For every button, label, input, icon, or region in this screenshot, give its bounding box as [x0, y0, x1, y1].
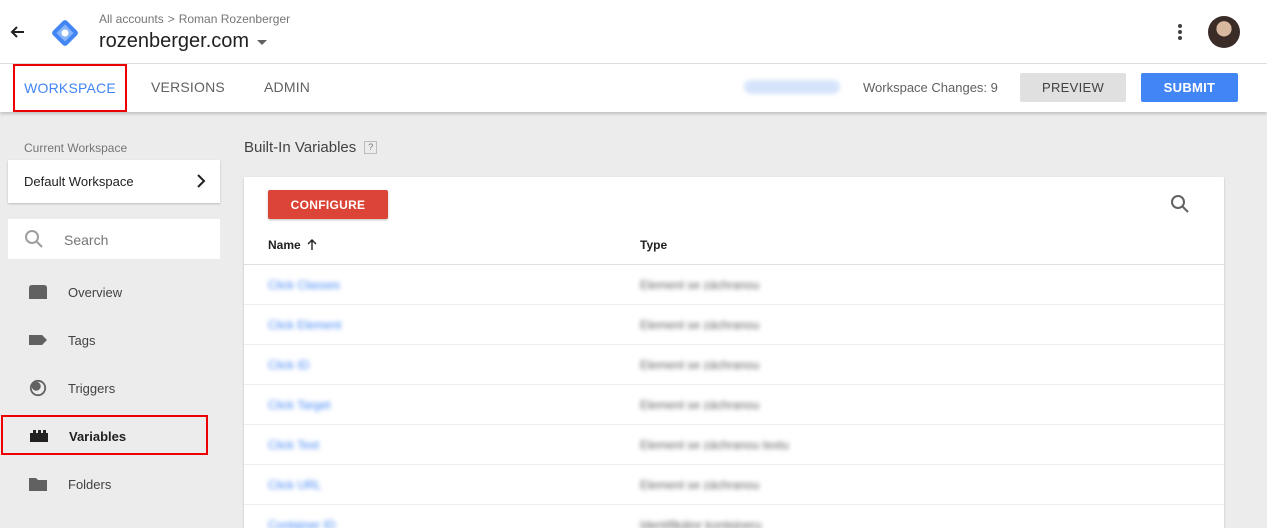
variables-icon	[30, 430, 48, 442]
breadcrumb-separator: >	[167, 12, 175, 26]
table-row[interactable]: Click Element Element se záchranou	[244, 305, 1224, 345]
built-in-variables-card: CONFIGURE Name Type Click Classes Elemen…	[244, 177, 1224, 528]
tab-admin[interactable]: ADMIN	[264, 64, 310, 112]
trigger-icon	[29, 379, 47, 397]
workspace-name: Default Workspace	[24, 174, 134, 189]
sort-arrow-up-icon	[307, 239, 317, 250]
column-header-name[interactable]: Name	[268, 238, 317, 252]
preview-button[interactable]: PREVIEW	[1020, 73, 1126, 102]
sidebar-item-label: Variables	[69, 429, 127, 444]
column-header-name-label: Name	[268, 238, 301, 252]
sidebar-item-label: Triggers	[68, 381, 116, 396]
container-selector[interactable]: rozenberger.com	[99, 30, 268, 53]
container-name: rozenberger.com	[99, 30, 250, 52]
variable-name-link[interactable]: Click Text	[268, 438, 319, 452]
sidebar-item-overview[interactable]: Overview	[0, 272, 220, 312]
tag-manager-logo-icon[interactable]	[48, 16, 82, 50]
sidebar-item-label: Overview	[68, 285, 123, 300]
variable-type: Element se záchranou	[640, 398, 760, 412]
table-row[interactable]: Click Target Element se záchranou	[244, 385, 1224, 425]
table-row[interactable]: Click ID Element se záchranou	[244, 345, 1224, 385]
folder-icon	[29, 478, 47, 491]
search-input[interactable]: Search	[64, 232, 108, 248]
tag-icon	[29, 335, 47, 345]
breadcrumb[interactable]: All accounts > Roman Rozenberger	[99, 12, 290, 26]
help-icon[interactable]: ?	[364, 141, 378, 154]
column-header-type[interactable]: Type	[640, 238, 667, 252]
submit-button[interactable]: SUBMIT	[1141, 73, 1238, 102]
chevron-right-icon	[197, 174, 206, 188]
table-row[interactable]: Container ID Identifikátor kontejneru	[244, 505, 1224, 528]
table-row[interactable]: Click Text Element se záchranou textu	[244, 425, 1224, 465]
configure-button[interactable]: CONFIGURE	[268, 190, 388, 219]
variable-name-link[interactable]: Click Target	[268, 398, 330, 412]
variable-name-link[interactable]: Click URL	[268, 478, 321, 492]
sidebar-item-triggers[interactable]: Triggers	[0, 368, 220, 408]
variable-name-link[interactable]: Container ID	[268, 518, 335, 528]
table-row[interactable]: Click Classes Element se záchranou	[244, 265, 1224, 305]
avatar[interactable]	[1208, 16, 1240, 48]
sidebar-item-variables[interactable]: Variables	[1, 415, 208, 455]
top-header: All accounts > Roman Rozenberger rozenberg…	[0, 0, 1267, 64]
tab-workspace[interactable]: WORKSPACE	[13, 64, 127, 112]
variable-name-link[interactable]: Click Element	[268, 318, 341, 332]
breadcrumb-accounts[interactable]: All accounts	[99, 12, 164, 26]
variable-type: Element se záchranou	[640, 318, 760, 332]
table-row[interactable]: Click URL Element se záchranou	[244, 465, 1224, 505]
sidebar-item-tags[interactable]: Tags	[0, 320, 220, 360]
variable-name-link[interactable]: Click Classes	[268, 278, 340, 292]
page-title: Built-In Variables ?	[244, 139, 378, 156]
variable-type: Element se záchranou	[640, 278, 760, 292]
variable-type: Element se záchranou	[640, 358, 760, 372]
page-title-text: Built-In Variables	[244, 139, 357, 156]
back-arrow-icon[interactable]	[8, 22, 28, 42]
dropdown-caret-icon	[257, 40, 268, 45]
variable-type: Element se záchranou textu	[640, 438, 789, 452]
tab-versions[interactable]: VERSIONS	[151, 64, 225, 112]
overview-icon	[29, 285, 47, 299]
sidebar-item-folders[interactable]: Folders	[0, 464, 220, 504]
more-vert-icon[interactable]	[1170, 22, 1190, 42]
current-workspace-label: Current Workspace	[24, 141, 128, 155]
column-header-type-label: Type	[640, 238, 668, 252]
workspace-id-redacted	[744, 80, 840, 94]
variable-type: Element se záchranou	[640, 478, 760, 492]
search-icon[interactable]	[1170, 194, 1190, 214]
sidebar-item-label: Folders	[68, 477, 112, 492]
variable-type: Identifikátor kontejneru	[640, 518, 762, 528]
variable-name-link[interactable]: Click ID	[268, 358, 309, 372]
search-icon	[25, 230, 43, 248]
sidebar-search[interactable]: Search	[8, 219, 220, 259]
workspace-changes: Workspace Changes: 9	[863, 80, 998, 95]
sidebar-item-label: Tags	[68, 333, 96, 348]
workspace-selector[interactable]: Default Workspace	[8, 160, 220, 203]
breadcrumb-user[interactable]: Roman Rozenberger	[179, 12, 290, 26]
